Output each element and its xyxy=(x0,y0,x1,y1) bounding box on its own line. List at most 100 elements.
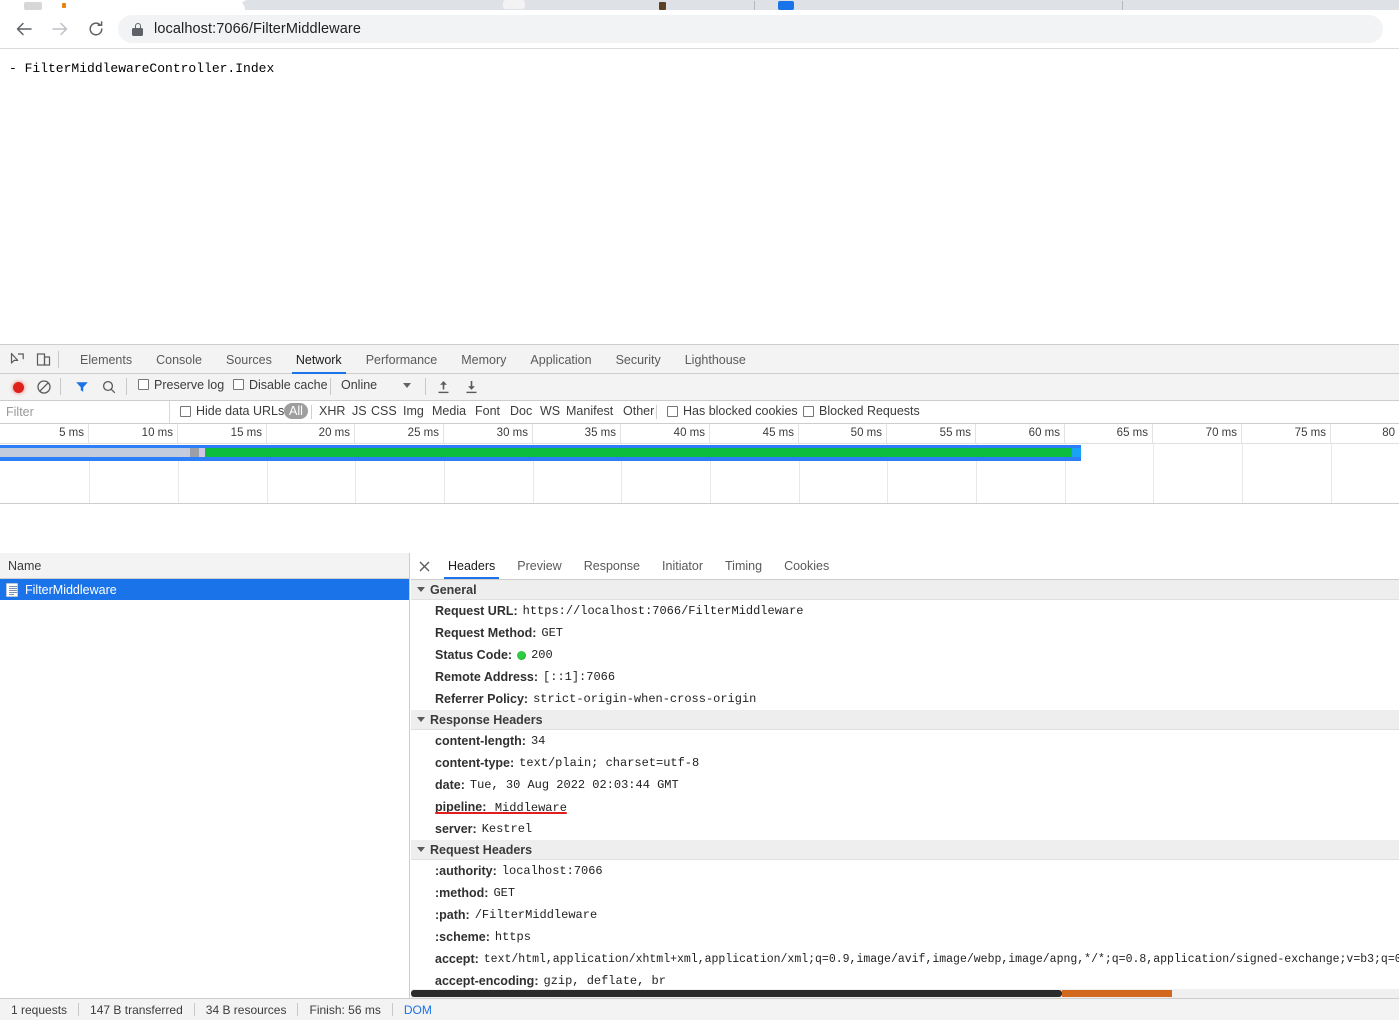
tab-preview[interactable]: Preview xyxy=(506,553,572,579)
filter-type-media[interactable]: Media xyxy=(427,403,471,419)
inspect-element-icon[interactable] xyxy=(6,349,28,370)
network-lower-split: Name FilterMiddleware Headers Preview Re… xyxy=(0,553,1399,1001)
tab-lighthouse[interactable]: Lighthouse xyxy=(673,345,758,374)
tick-label: 75 ms xyxy=(1294,427,1326,439)
request-list: Name FilterMiddleware xyxy=(0,553,410,1001)
tick-label: 55 ms xyxy=(939,427,971,439)
tick-label: 45 ms xyxy=(762,427,794,439)
browser-toolbar: localhost:7066/FilterMiddleware xyxy=(0,10,1399,49)
filter-type-manifest[interactable]: Manifest xyxy=(561,403,618,419)
record-button[interactable] xyxy=(8,377,28,397)
throttling-value: Online xyxy=(341,378,378,392)
filter-type-img[interactable]: Img xyxy=(398,403,429,419)
filter-input[interactable] xyxy=(0,401,170,423)
header-value: [::1]:7066 xyxy=(543,670,616,684)
header-name: :scheme: xyxy=(435,930,490,944)
address-bar[interactable]: localhost:7066/FilterMiddleware xyxy=(118,15,1383,43)
hide-data-urls-label[interactable]: Hide data URLs xyxy=(196,404,284,418)
triangle-down-icon xyxy=(417,587,425,592)
tab-console[interactable]: Console xyxy=(144,345,214,374)
preserve-log-label[interactable]: Preserve log xyxy=(154,378,224,392)
tab-response[interactable]: Response xyxy=(573,553,651,579)
headers-body: General Request URL: https://localhost:7… xyxy=(411,580,1399,1001)
section-header-response[interactable]: Response Headers xyxy=(411,710,1399,730)
tab-favicon-1 xyxy=(24,2,42,10)
header-value: 200 xyxy=(531,648,553,662)
tab-performance[interactable]: Performance xyxy=(354,345,450,374)
header-name: accept-encoding: xyxy=(435,974,539,988)
close-icon[interactable] xyxy=(411,553,437,579)
blocked-requests-checkbox[interactable] xyxy=(803,406,814,417)
status-dom-content-loaded[interactable]: DOM xyxy=(393,1003,443,1017)
filter-sep-2 xyxy=(656,405,657,419)
tab-cookies[interactable]: Cookies xyxy=(773,553,840,579)
tick-label: 35 ms xyxy=(584,427,616,439)
filter-type-all[interactable]: All xyxy=(284,403,308,419)
filter-type-css[interactable]: CSS xyxy=(366,403,402,419)
tab-timing[interactable]: Timing xyxy=(714,553,773,579)
section-header-request[interactable]: Request Headers xyxy=(411,840,1399,860)
request-list-header[interactable]: Name xyxy=(0,553,409,579)
tab-application[interactable]: Application xyxy=(518,345,603,374)
timeline-rail-bottom xyxy=(0,457,1081,461)
header-name: Request URL: xyxy=(435,604,518,618)
header-row: Remote Address: [::1]:7066 xyxy=(411,666,1399,688)
tab-elements[interactable]: Elements xyxy=(68,345,144,374)
tab-memory[interactable]: Memory xyxy=(449,345,518,374)
hide-data-urls-checkbox[interactable] xyxy=(180,406,191,417)
header-value: Kestrel xyxy=(481,822,533,836)
header-row: Request Method: GET xyxy=(411,622,1399,644)
tab-network[interactable]: Network xyxy=(284,345,354,374)
controls-separator-4 xyxy=(425,378,426,395)
section-title: Response Headers xyxy=(430,712,543,727)
filter-type-font[interactable]: Font xyxy=(470,403,505,419)
scrollbar-thumb-secondary[interactable] xyxy=(1062,990,1172,997)
export-har-icon[interactable] xyxy=(462,377,480,397)
tab-sources[interactable]: Sources xyxy=(214,345,284,374)
has-blocked-cookies-label[interactable]: Has blocked cookies xyxy=(683,404,798,418)
table-row[interactable]: FilterMiddleware xyxy=(0,579,409,600)
reload-icon[interactable] xyxy=(84,17,108,41)
network-timeline-overview[interactable]: 5 ms 10 ms 15 ms 20 ms 25 ms 30 ms 35 ms… xyxy=(0,424,1399,504)
filter-type-other[interactable]: Other xyxy=(618,403,659,419)
clear-button[interactable] xyxy=(34,377,54,397)
column-header-name: Name xyxy=(8,558,42,573)
red-underline-annotation xyxy=(435,811,567,814)
search-icon[interactable] xyxy=(99,377,119,397)
disable-cache-checkbox[interactable] xyxy=(233,379,244,390)
header-row: :method: GET xyxy=(411,882,1399,904)
network-status-bar: 1 requests 147 B transferred 34 B resour… xyxy=(0,998,1399,1020)
request-detail-panel: Headers Preview Response Initiator Timin… xyxy=(411,553,1399,1001)
forward-arrow-icon[interactable] xyxy=(48,17,72,41)
throttling-select[interactable]: Online xyxy=(341,378,412,392)
header-row: content-length: 34 xyxy=(411,730,1399,752)
header-name: date: xyxy=(435,778,465,792)
tick-label: 15 ms xyxy=(230,427,262,439)
timeline-ruler: 5 ms 10 ms 15 ms 20 ms 25 ms 30 ms 35 ms… xyxy=(0,424,1399,444)
filter-type-xhr[interactable]: XHR xyxy=(314,403,350,419)
has-blocked-cookies-checkbox[interactable] xyxy=(667,406,678,417)
device-toolbar-icon[interactable] xyxy=(32,349,54,370)
tick-label: 20 ms xyxy=(318,427,350,439)
section-header-general[interactable]: General xyxy=(411,580,1399,600)
disable-cache-label[interactable]: Disable cache xyxy=(249,378,328,392)
detail-horizontal-scrollbar[interactable] xyxy=(411,989,1399,998)
filter-toggle-icon[interactable] xyxy=(72,377,92,397)
header-row: content-type: text/plain; charset=utf-8 xyxy=(411,752,1399,774)
header-row: :path: /FilterMiddleware xyxy=(411,904,1399,926)
tab-headers[interactable]: Headers xyxy=(437,553,506,579)
filter-type-doc[interactable]: Doc xyxy=(505,403,537,419)
tab-security[interactable]: Security xyxy=(604,345,673,374)
tab-initiator[interactable]: Initiator xyxy=(651,553,714,579)
status-finish: Finish: 56 ms xyxy=(309,1002,381,1017)
scrollbar-thumb[interactable] xyxy=(411,990,1062,997)
browser-tab-strip[interactable] xyxy=(0,0,1399,10)
import-har-icon[interactable] xyxy=(434,377,452,397)
blocked-requests-label[interactable]: Blocked Requests xyxy=(819,404,920,418)
tab-favicon-2 xyxy=(62,3,66,8)
back-arrow-icon[interactable] xyxy=(12,17,36,41)
record-icon xyxy=(12,381,24,393)
tick-label: 10 ms xyxy=(141,427,173,439)
preserve-log-checkbox[interactable] xyxy=(138,379,149,390)
detail-tabbar: Headers Preview Response Initiator Timin… xyxy=(411,553,1399,580)
